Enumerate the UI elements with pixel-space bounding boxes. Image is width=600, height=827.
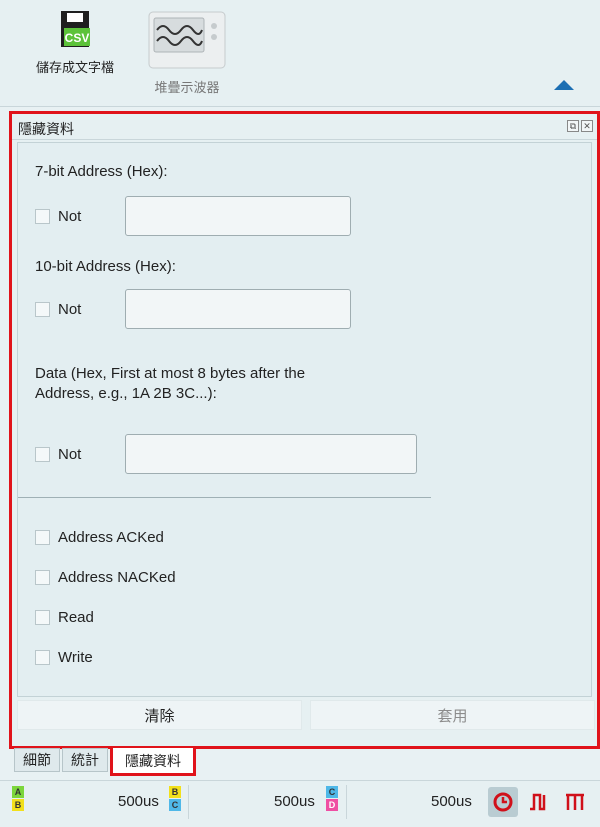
checkbox-box[interactable] <box>35 209 50 224</box>
close-icon[interactable]: ✕ <box>581 120 593 132</box>
data-not-label: Not <box>58 446 82 463</box>
write-checkbox[interactable]: Write <box>35 649 93 666</box>
divider <box>18 497 431 498</box>
separator <box>346 785 347 819</box>
checkbox-box[interactable] <box>35 650 50 665</box>
checkbox-box[interactable] <box>35 570 50 585</box>
time-bc[interactable]: 500us <box>274 793 315 810</box>
read-label: Read <box>58 609 94 626</box>
time-ab[interactable]: 500us <box>118 793 159 810</box>
channel-c-badge: C <box>169 799 181 811</box>
channel-a-badge: A <box>12 786 24 798</box>
address-acked-label: Address ACKed <box>58 529 164 546</box>
tab-details[interactable]: 細節 <box>14 748 60 772</box>
checkbox-box[interactable] <box>35 302 50 317</box>
checkbox-box[interactable] <box>35 530 50 545</box>
channel-d-badge: D <box>326 799 338 811</box>
addr10-not-checkbox[interactable]: Not <box>35 301 81 318</box>
addr7-input[interactable] <box>125 196 351 236</box>
save-csv-button[interactable]: CSV 儲存成文字檔 <box>20 10 130 76</box>
channel-b-badge: B <box>169 786 181 798</box>
time-cd[interactable]: 500us <box>431 793 472 810</box>
pulse-icon[interactable] <box>524 787 554 817</box>
panel-title: 隱藏資料 <box>18 121 74 137</box>
toolbar: CSV 儲存成文字檔 堆疊示波器 <box>0 0 600 107</box>
oscilloscope-icon <box>148 11 226 69</box>
clear-button[interactable]: 清除 <box>17 700 302 730</box>
checkbox-box[interactable] <box>35 610 50 625</box>
checkbox-box[interactable] <box>35 447 50 462</box>
apply-button[interactable]: 套用 <box>310 700 595 730</box>
channel-pair-ab: A B <box>12 786 25 811</box>
channel-b-badge: B <box>12 799 24 811</box>
addr10-not-label: Not <box>58 301 82 318</box>
panel-header: 隱藏資料 ⧉ ✕ <box>12 114 597 140</box>
addr7-label: 7-bit Address (Hex): <box>35 163 168 180</box>
action-bar: 清除 套用 <box>17 700 595 730</box>
channel-pair-cd: C D <box>326 786 339 811</box>
stacked-oscilloscope-label: 堆疊示波器 <box>154 80 220 95</box>
addr10-label: 10-bit Address (Hex): <box>35 258 176 275</box>
stacked-oscilloscope-button[interactable]: 堆疊示波器 <box>132 10 242 96</box>
clock-icon[interactable] <box>488 787 518 817</box>
data-label-line1: Data (Hex, First at most 8 bytes after t… <box>35 365 306 382</box>
address-acked-checkbox[interactable]: Address ACKed <box>35 529 164 546</box>
separator <box>188 785 189 819</box>
csv-icon-text: CSV <box>65 31 90 45</box>
tab-statistics[interactable]: 統計 <box>62 748 108 772</box>
floppy-csv-icon: CSV <box>61 11 90 47</box>
bottom-tabs: 細節 統計 隱藏資料 <box>14 748 198 776</box>
addr10-input[interactable] <box>125 289 351 329</box>
tab-hide-data[interactable]: 隱藏資料 <box>110 748 196 776</box>
status-bar: A B 500us B C 500us C D 500us <box>0 780 600 827</box>
float-icon[interactable]: ⧉ <box>567 120 579 132</box>
read-checkbox[interactable]: Read <box>35 609 94 626</box>
data-label-line2: Address, e.g., 1A 2B 3C...): <box>35 385 217 402</box>
address-nacked-label: Address NACKed <box>58 569 176 586</box>
data-input[interactable] <box>125 434 417 474</box>
addr7-not-checkbox[interactable]: Not <box>35 208 81 225</box>
addr7-not-label: Not <box>58 208 82 225</box>
collapse-up-icon[interactable] <box>554 80 574 90</box>
filter-form: 7-bit Address (Hex): Not 10-bit Address … <box>17 142 592 697</box>
address-nacked-checkbox[interactable]: Address NACKed <box>35 569 176 586</box>
channel-pair-bc: B C <box>169 786 182 811</box>
save-csv-label: 儲存成文字檔 <box>35 60 114 75</box>
channel-c-badge: C <box>326 786 338 798</box>
data-not-checkbox[interactable]: Not <box>35 446 81 463</box>
hide-data-panel: 隱藏資料 ⧉ ✕ 7-bit Address (Hex): Not 10-bit… <box>9 111 600 749</box>
multi-trigger-icon[interactable] <box>560 787 590 817</box>
write-label: Write <box>58 649 93 666</box>
